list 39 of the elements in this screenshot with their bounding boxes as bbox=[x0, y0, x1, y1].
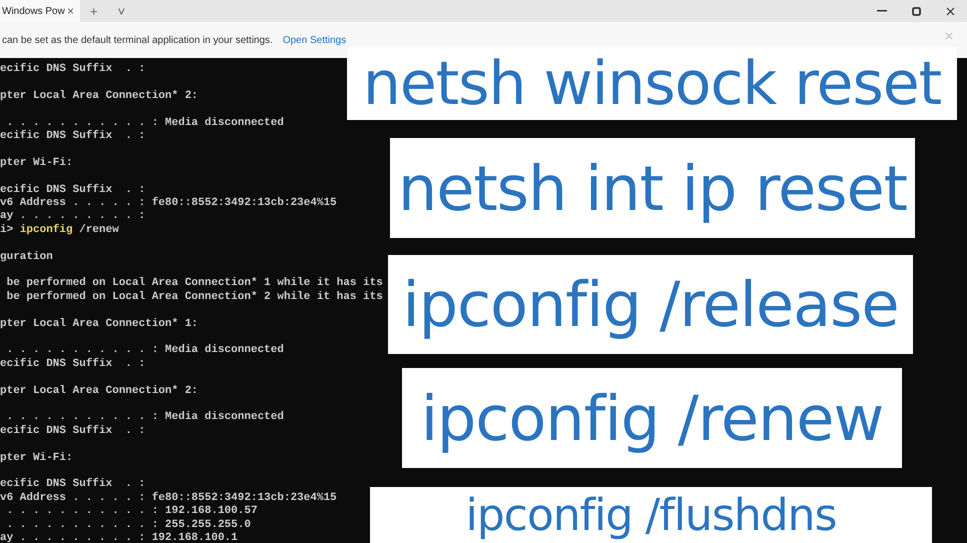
command-caption: ipconfig /release bbox=[388, 255, 913, 354]
terminal-line: be performed on Local Area Connection* 2 while it has its bbox=[6, 290, 384, 304]
command-caption: netsh winsock reset bbox=[347, 47, 957, 120]
tab-title: Windows Pow bbox=[2, 6, 65, 16]
terminal-line: pter Local Area Connection* 1: bbox=[0, 318, 200, 332]
open-settings-link[interactable]: Open Settings bbox=[282, 34, 346, 46]
terminal-line: ecific DNS Suffix . : bbox=[0, 63, 146, 76]
tab-close-button[interactable]: × bbox=[66, 4, 74, 18]
terminal-line: pter Wi-Fi: bbox=[0, 452, 74, 466]
minimize-icon[interactable] bbox=[877, 10, 887, 12]
info-message: can be set as the default terminal application in your settings. bbox=[2, 34, 273, 46]
terminal-line: ecific DNS Suffix . : bbox=[0, 424, 146, 438]
terminal-tab[interactable]: Windows Pow × bbox=[0, 0, 80, 22]
terminal-line: . . . . . . . . . . . : 192.168.100.57 bbox=[6, 505, 258, 519]
terminal-line: be performed on Local Area Connection* 1 while it has its bbox=[6, 277, 384, 290]
terminal-line: ay . . . . . . . . . : 192.168.100.1 bbox=[0, 532, 239, 543]
terminal-line: ecific DNS Suffix . : bbox=[0, 478, 146, 492]
command-caption: ipconfig /flushdns bbox=[370, 487, 932, 543]
terminal-line: pter Local Area Connection* 2: bbox=[0, 384, 200, 398]
command-caption: netsh int ip reset bbox=[390, 138, 915, 238]
terminal-line: . . . . . . . . . . . : Media disconnected bbox=[6, 344, 285, 358]
terminal-line: ecific DNS Suffix . : bbox=[0, 184, 146, 197]
command-line: i> ipconfig /renew bbox=[0, 224, 120, 238]
terminal-line: . . . . . . . . . . . : 255.255.255.0 bbox=[6, 518, 252, 532]
terminal-line: pter Local Area Connection* 2: bbox=[0, 90, 200, 104]
maximize-icon[interactable] bbox=[912, 6, 920, 16]
terminal-line: . . . . . . . . . . . : Media disconnected bbox=[6, 411, 285, 424]
terminal-line: v6 Address . . . . . : fe80::8552:3492:13cb:23e4%15 bbox=[0, 197, 338, 210]
terminal-line: . . . . . . . . . . . : Media disconnected bbox=[6, 116, 285, 130]
tab-menu-button[interactable]: ˅ bbox=[108, 0, 136, 22]
terminal-line: ay . . . . . . . . . : bbox=[0, 210, 146, 224]
terminal-line: ecific DNS Suffix . : bbox=[0, 358, 146, 372]
close-icon[interactable] bbox=[946, 6, 954, 16]
terminal-line: v6 Address . . . . . : fe80::8552:3492:13cb:23e4%15 bbox=[0, 492, 338, 506]
terminal-line: ecific DNS Suffix . : bbox=[0, 130, 146, 144]
new-tab-button[interactable]: + bbox=[80, 0, 108, 22]
terminal-line: pter Wi-Fi: bbox=[0, 156, 74, 170]
terminal-line: guration bbox=[0, 250, 54, 264]
command-caption: ipconfig /renew bbox=[402, 368, 902, 468]
